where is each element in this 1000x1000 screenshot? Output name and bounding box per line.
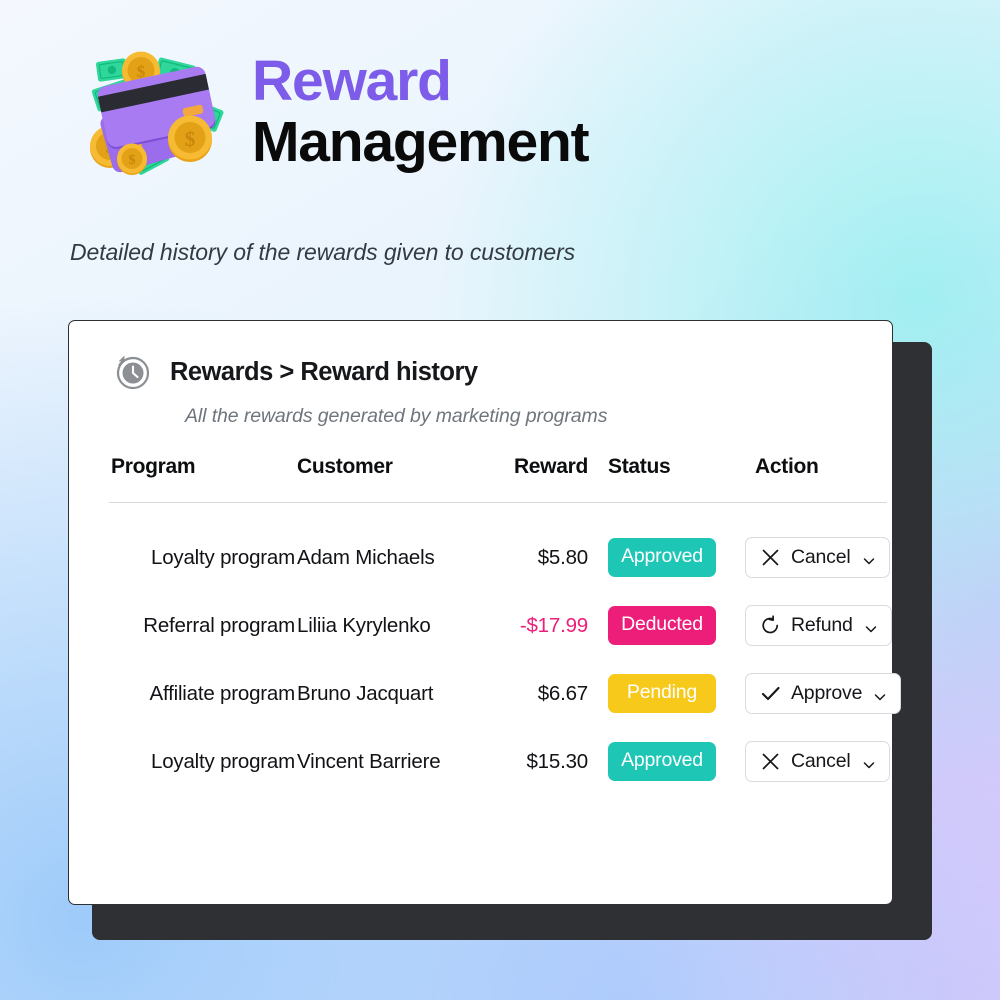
cell-status: Deducted bbox=[594, 578, 722, 646]
table-row: Loyalty program Vincent Barriere $15.30 … bbox=[109, 714, 890, 782]
cell-reward: $6.67 bbox=[537, 681, 589, 705]
column-header-reward: Reward bbox=[513, 455, 588, 478]
cell-status: Approved bbox=[594, 714, 722, 782]
cell-program: Referral program bbox=[143, 613, 295, 637]
status-badge: Approved bbox=[608, 538, 716, 577]
cell-program: Loyalty program bbox=[151, 749, 295, 773]
reward-history-table: Program Customer Reward Status Action Lo… bbox=[109, 455, 902, 782]
close-x-icon bbox=[760, 751, 781, 772]
cell-reward: -$17.99 bbox=[519, 613, 588, 637]
title-block: Reward Management bbox=[252, 49, 590, 174]
cell-action: Cancel bbox=[722, 503, 890, 578]
check-icon bbox=[760, 683, 781, 704]
chevron-down-icon[interactable] bbox=[864, 619, 878, 633]
cell-customer: Adam Michaels bbox=[297, 545, 435, 569]
card-subtitle: All the rewards generated by marketing p… bbox=[185, 405, 608, 427]
page-title-primary: Reward bbox=[252, 49, 452, 113]
action-label: Refund bbox=[791, 613, 853, 636]
page-title-secondary: Management bbox=[252, 109, 590, 174]
undo-arrow-icon bbox=[760, 615, 781, 636]
history-clock-icon bbox=[112, 351, 154, 393]
page-header: $ $ $ Reward Management Detailed history… bbox=[70, 36, 930, 266]
action-label: Cancel bbox=[791, 545, 851, 568]
column-header-program: Program bbox=[111, 455, 196, 478]
column-header-action: Action bbox=[755, 455, 819, 478]
cancel-button[interactable]: Cancel bbox=[745, 741, 890, 782]
action-label: Cancel bbox=[791, 749, 851, 772]
cell-status: Approved bbox=[594, 503, 722, 579]
cell-status: Pending bbox=[594, 646, 722, 714]
cell-customer: Liliia Kyrylenko bbox=[297, 613, 431, 637]
title-row: $ $ $ Reward Management bbox=[70, 36, 930, 193]
status-badge: Deducted bbox=[608, 606, 716, 645]
status-badge: Approved bbox=[608, 742, 716, 781]
cell-program: Affiliate program bbox=[149, 681, 296, 705]
cell-customer: Vincent Barriere bbox=[297, 749, 441, 773]
table-header-row: Program Customer Reward Status Action bbox=[109, 455, 887, 503]
cancel-button[interactable]: Cancel bbox=[745, 537, 890, 578]
close-x-icon bbox=[760, 547, 781, 568]
table-row: Loyalty program Adam Michaels $5.80 Appr… bbox=[109, 503, 890, 579]
table-row: Affiliate program Bruno Jacquart $6.67 P… bbox=[109, 646, 902, 714]
cell-program: Loyalty program bbox=[151, 545, 295, 569]
column-header-customer: Customer bbox=[297, 455, 393, 478]
card-header: Rewards > Reward history bbox=[109, 351, 852, 393]
cell-action: Refund bbox=[722, 578, 892, 646]
refund-button[interactable]: Refund bbox=[745, 605, 892, 646]
cell-action: Approve bbox=[722, 646, 902, 714]
action-label: Approve bbox=[791, 681, 863, 704]
table-header: Program Customer Reward Status Action bbox=[109, 455, 887, 503]
cell-reward: $5.80 bbox=[537, 545, 589, 569]
page-subtitle: Detailed history of the rewards given to… bbox=[70, 239, 576, 265]
cell-action: Cancel bbox=[722, 714, 890, 782]
reward-history-card: Rewards > Reward history All the rewards… bbox=[68, 320, 902, 905]
breadcrumb: Rewards > Reward history bbox=[170, 357, 478, 386]
status-badge: Pending bbox=[608, 674, 716, 713]
table-body: Loyalty program Adam Michaels $5.80 Appr… bbox=[109, 503, 902, 782]
cell-customer: Bruno Jacquart bbox=[297, 681, 434, 705]
cell-reward: $15.30 bbox=[526, 749, 588, 773]
chevron-down-icon[interactable] bbox=[862, 551, 876, 565]
reward-history-card-wrapper: Rewards > Reward history All the rewards… bbox=[68, 320, 932, 940]
svg-text:$: $ bbox=[185, 127, 196, 151]
column-header-status: Status bbox=[608, 455, 671, 478]
chevron-down-icon[interactable] bbox=[873, 687, 887, 701]
approve-button[interactable]: Approve bbox=[745, 673, 902, 714]
reward-logo-illustration: $ $ $ bbox=[74, 38, 234, 193]
chevron-down-icon[interactable] bbox=[862, 755, 876, 769]
table-row: Referral program Liliia Kyrylenko -$17.9… bbox=[109, 578, 892, 646]
svg-text:$: $ bbox=[129, 153, 136, 168]
